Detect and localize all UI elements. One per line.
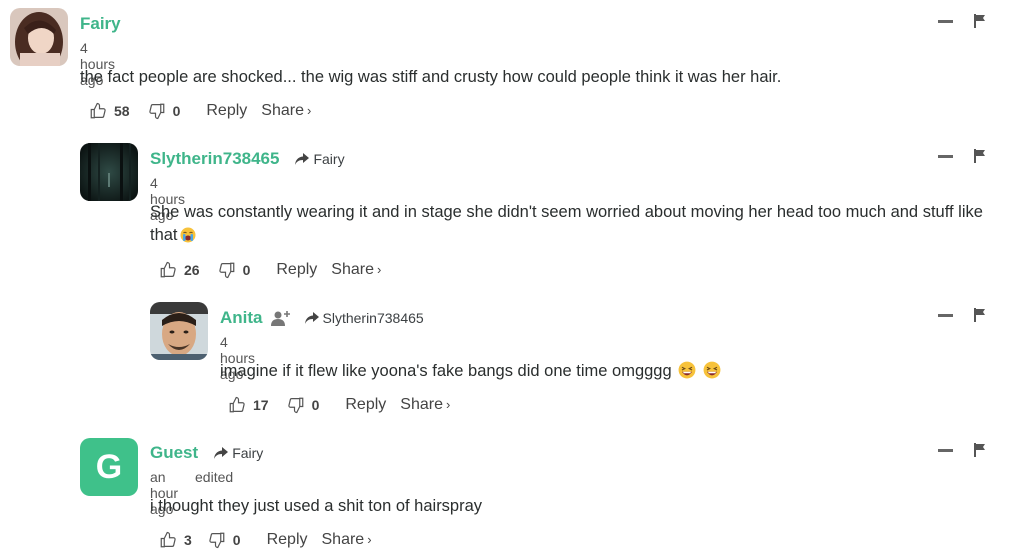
thumbs-down-icon [148,103,164,120]
avatar[interactable] [10,8,68,66]
upvote-count: 17 [253,397,269,413]
thumbs-up-icon [229,396,245,413]
comment-header: Guest Fairy [150,443,263,463]
minus-icon[interactable] [938,313,953,317]
downvote-count: 0 [311,397,320,413]
upvote-button[interactable]: 3 [159,531,192,549]
comment-body: the fact people are shocked... the wig w… [80,68,782,86]
downvote-button[interactable]: 0 [208,531,241,549]
thumbs-down-icon [209,532,225,549]
reply-to-name: Fairy [313,151,345,167]
comment-text: i thought they just used a shit ton of h… [150,495,1000,518]
laughing-face-icon [678,361,696,386]
comment-header: Fairy [80,14,121,34]
share-label: Share [321,531,365,548]
comment-body: imagine if it flew like yoona's fake ban… [220,362,672,380]
share-button[interactable]: Share › [400,396,450,414]
flag-icon[interactable] [974,308,986,322]
downvote-count: 0 [232,532,241,548]
in-reply-to[interactable]: Fairy [295,151,345,167]
follow-user-icon[interactable] [270,310,291,326]
comment-text: imagine if it flew like yoona's fake ban… [220,360,1000,386]
comment-controls [938,443,986,457]
share-button[interactable]: Share › [322,531,372,549]
downvote-button[interactable]: 0 [218,261,251,279]
comment-controls [938,14,986,28]
crying-face-icon [180,227,196,250]
flag-icon[interactable] [974,14,986,28]
comment-text: the fact people are shocked... the wig w… [80,66,980,89]
comment-text: She was constantly wearing it and in sta… [150,201,1010,250]
share-button[interactable]: Share › [261,102,311,120]
author-name[interactable]: Slytherin738465 [150,149,279,169]
reply-arrow-icon [295,153,310,165]
thumbs-down-icon [287,397,303,414]
comment-actions: 3 0 Reply Share › [159,531,372,549]
chevron-right-icon: › [367,532,372,547]
minus-icon[interactable] [938,448,953,452]
chevron-right-icon: › [445,397,451,412]
downvote-button[interactable]: 0 [148,102,181,120]
reply-button[interactable]: Reply [276,261,317,279]
comment-header: Anita Slytherin738465 [220,308,424,328]
laughing-face-icon [703,361,721,386]
upvote-button[interactable]: 26 [159,261,200,279]
reply-button[interactable]: Reply [206,102,247,120]
avatar[interactable]: G [80,438,138,496]
reply-arrow-icon [304,312,319,324]
thumbs-up-icon [160,261,176,278]
comment-actions: 26 0 Reply Share › [159,261,381,279]
flag-icon[interactable] [974,149,986,163]
thumbs-down-icon [218,262,234,279]
chevron-right-icon: › [306,103,312,118]
reply-to-name: Fairy [232,445,264,461]
share-button[interactable]: Share › [331,261,381,279]
upvote-count: 3 [184,532,192,548]
chevron-right-icon: › [376,262,382,277]
upvote-button[interactable]: 58 [89,102,130,120]
comment-actions: 17 0 Reply Share › [228,396,450,414]
in-reply-to[interactable]: Slytherin738465 [304,310,424,326]
comment-controls [938,308,986,322]
minus-icon[interactable] [938,19,953,23]
reply-button[interactable]: Reply [267,531,308,549]
share-label: Share [400,396,443,413]
reply-to-name: Slytherin738465 [322,310,424,326]
avatar[interactable] [150,302,208,360]
author-name[interactable]: Guest [150,443,198,463]
comment-body: She was constantly wearing it and in sta… [150,203,983,244]
avatar[interactable] [80,143,138,201]
comment-controls [938,149,986,163]
comment-actions: 58 0 Reply Share › [89,102,311,120]
reply-arrow-icon [214,447,229,459]
share-label: Share [261,102,304,119]
upvote-button[interactable]: 17 [228,396,269,414]
downvote-count: 0 [172,103,181,119]
reply-button[interactable]: Reply [345,396,386,414]
author-name[interactable]: Fairy [80,14,121,34]
thumbs-up-icon [90,102,106,119]
share-label: Share [331,261,374,278]
upvote-count: 58 [114,103,130,119]
author-name[interactable]: Anita [220,308,263,328]
minus-icon[interactable] [938,154,953,158]
avatar-letter: G [95,447,123,486]
downvote-button[interactable]: 0 [287,396,320,414]
comment-header: Slytherin738465 Fairy [150,149,345,169]
flag-icon[interactable] [974,443,986,457]
thumbs-up-icon [160,531,176,548]
downvote-count: 0 [242,262,251,278]
comment-body: i thought they just used a shit ton of h… [150,497,483,515]
in-reply-to[interactable]: Fairy [214,445,263,461]
upvote-count: 26 [184,262,200,278]
